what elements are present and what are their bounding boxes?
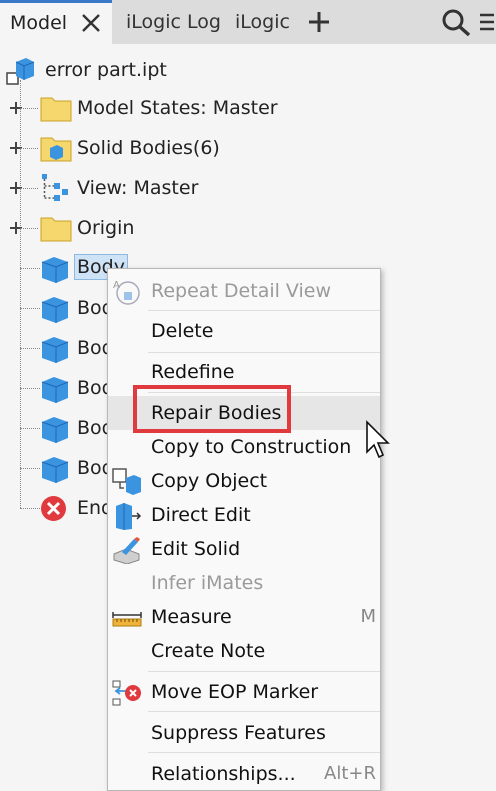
menu-item-label: Redefine	[151, 361, 235, 383]
svg-text:A: A	[113, 280, 120, 291]
menu-item-label: Relationships...	[151, 763, 296, 785]
menu-item-shortcut: M	[360, 606, 376, 627]
menu-item-label: Delete	[151, 320, 214, 342]
menu-item-copy-to-construction[interactable]: Copy to Construction	[108, 430, 380, 464]
tab-model[interactable]: Model	[0, 0, 112, 44]
solid-bodies-folder-icon	[40, 137, 72, 162]
context-menu: A Repeat Detail View Delete Redefine Rep…	[107, 268, 381, 791]
solid-body-icon	[41, 257, 69, 283]
menu-item-label: Infer iMates	[151, 572, 264, 594]
tree-item-end-of-part[interactable]: End	[0, 488, 113, 528]
hamburger-menu-icon[interactable]	[480, 8, 494, 36]
menu-item-copy-object[interactable]: Copy Object	[108, 464, 380, 498]
error-icon	[41, 496, 66, 521]
copy-object-icon	[112, 468, 141, 495]
solid-body-icon	[41, 297, 69, 323]
add-tab-icon[interactable]	[306, 9, 332, 35]
tree-connector	[20, 108, 38, 109]
tree-item-view-master[interactable]: View: Master	[0, 168, 280, 208]
browser-tab-bar: Model iLogic Log iLogic	[0, 0, 496, 44]
menu-item-measure[interactable]: Measure M	[108, 600, 380, 634]
measure-icon	[112, 612, 142, 627]
menu-item-shortcut: Alt+R	[324, 763, 376, 784]
tab-ilogic-log[interactable]: iLogic Log	[126, 0, 221, 44]
menu-separator	[148, 352, 380, 353]
menu-item-redefine[interactable]: Redefine	[108, 355, 380, 389]
tree-connector	[20, 268, 40, 269]
tree-connector	[20, 308, 40, 309]
tree-item-body[interactable]: Bod	[0, 368, 114, 408]
tab-model-label: Model	[10, 12, 68, 34]
menu-item-suppress-features[interactable]: Suppress Features	[108, 716, 380, 750]
menu-item-label: Copy Object	[151, 470, 268, 492]
tree-connector	[20, 508, 40, 509]
menu-item-relationships[interactable]: Relationships... Alt+R	[108, 757, 380, 791]
direct-edit-icon	[116, 503, 142, 530]
tree-root[interactable]: error part.ipt	[0, 48, 200, 88]
tree-connector	[20, 148, 38, 149]
tree-item-label: Solid Bodies(6)	[77, 137, 220, 159]
menu-item-direct-edit[interactable]: Direct Edit	[108, 498, 380, 532]
menu-item-label: Move EOP Marker	[151, 681, 319, 703]
solid-body-icon	[41, 337, 69, 363]
solid-body-icon	[41, 377, 69, 403]
mouse-pointer-icon	[366, 420, 390, 459]
menu-item-infer-imates[interactable]: Infer iMates	[108, 566, 380, 600]
tree-item-body[interactable]: Bod	[0, 288, 114, 328]
tree-connector	[20, 428, 40, 429]
tree-item-label: Model States: Master	[77, 97, 278, 119]
tree-item-solid-bodies[interactable]: Solid Bodies(6)	[0, 128, 280, 168]
tree-root-label: error part.ipt	[45, 59, 167, 81]
part-file-icon	[6, 58, 35, 85]
tree-item-origin[interactable]: Origin	[0, 208, 280, 248]
move-eop-marker-icon	[112, 680, 141, 706]
tab-ilogic[interactable]: iLogic	[235, 0, 290, 44]
edit-solid-icon	[113, 537, 140, 564]
solid-body-icon	[41, 457, 69, 483]
menu-separator	[148, 752, 380, 753]
menu-item-delete[interactable]: Delete	[108, 314, 380, 348]
highlight-annotation-box	[133, 385, 291, 433]
menu-item-edit-solid[interactable]: Edit Solid	[108, 532, 380, 566]
tree-connector	[20, 188, 38, 189]
menu-item-repeat-detail-view[interactable]: A Repeat Detail View	[108, 274, 380, 308]
menu-item-move-eop-marker[interactable]: Move EOP Marker	[108, 675, 380, 709]
tree-connector	[20, 468, 40, 469]
tree-item-body[interactable]: Bod	[0, 448, 114, 488]
solid-body-icon	[41, 417, 69, 443]
menu-item-label: Edit Solid	[151, 538, 241, 560]
tree-item-body[interactable]: Bod	[0, 328, 114, 368]
folder-icon	[40, 217, 72, 242]
repeat-detail-view-icon: A	[113, 280, 140, 305]
tree-item-label: View: Master	[77, 177, 199, 199]
tree-connector	[20, 388, 40, 389]
tree-connector	[20, 348, 40, 349]
folder-icon	[40, 97, 72, 122]
menu-item-create-note[interactable]: Create Note	[108, 634, 380, 668]
close-icon[interactable]	[80, 12, 102, 34]
menu-item-label: Measure	[151, 606, 232, 628]
menu-item-label: Suppress Features	[151, 722, 326, 744]
menu-item-label: Repeat Detail View	[151, 280, 332, 302]
menu-item-label: Create Note	[151, 640, 266, 662]
tree-item-label: Origin	[77, 217, 135, 239]
search-icon[interactable]	[440, 7, 472, 37]
menu-item-label: Direct Edit	[151, 504, 251, 526]
menu-separator	[148, 310, 380, 311]
tree-item-body[interactable]: Bod	[0, 408, 114, 448]
menu-separator	[148, 671, 380, 672]
view-representation-icon	[42, 174, 68, 201]
tree-item-model-states[interactable]: Model States: Master	[0, 88, 280, 128]
menu-item-label: Copy to Construction	[151, 436, 352, 458]
tree-connector	[20, 228, 38, 229]
menu-separator	[148, 711, 380, 712]
